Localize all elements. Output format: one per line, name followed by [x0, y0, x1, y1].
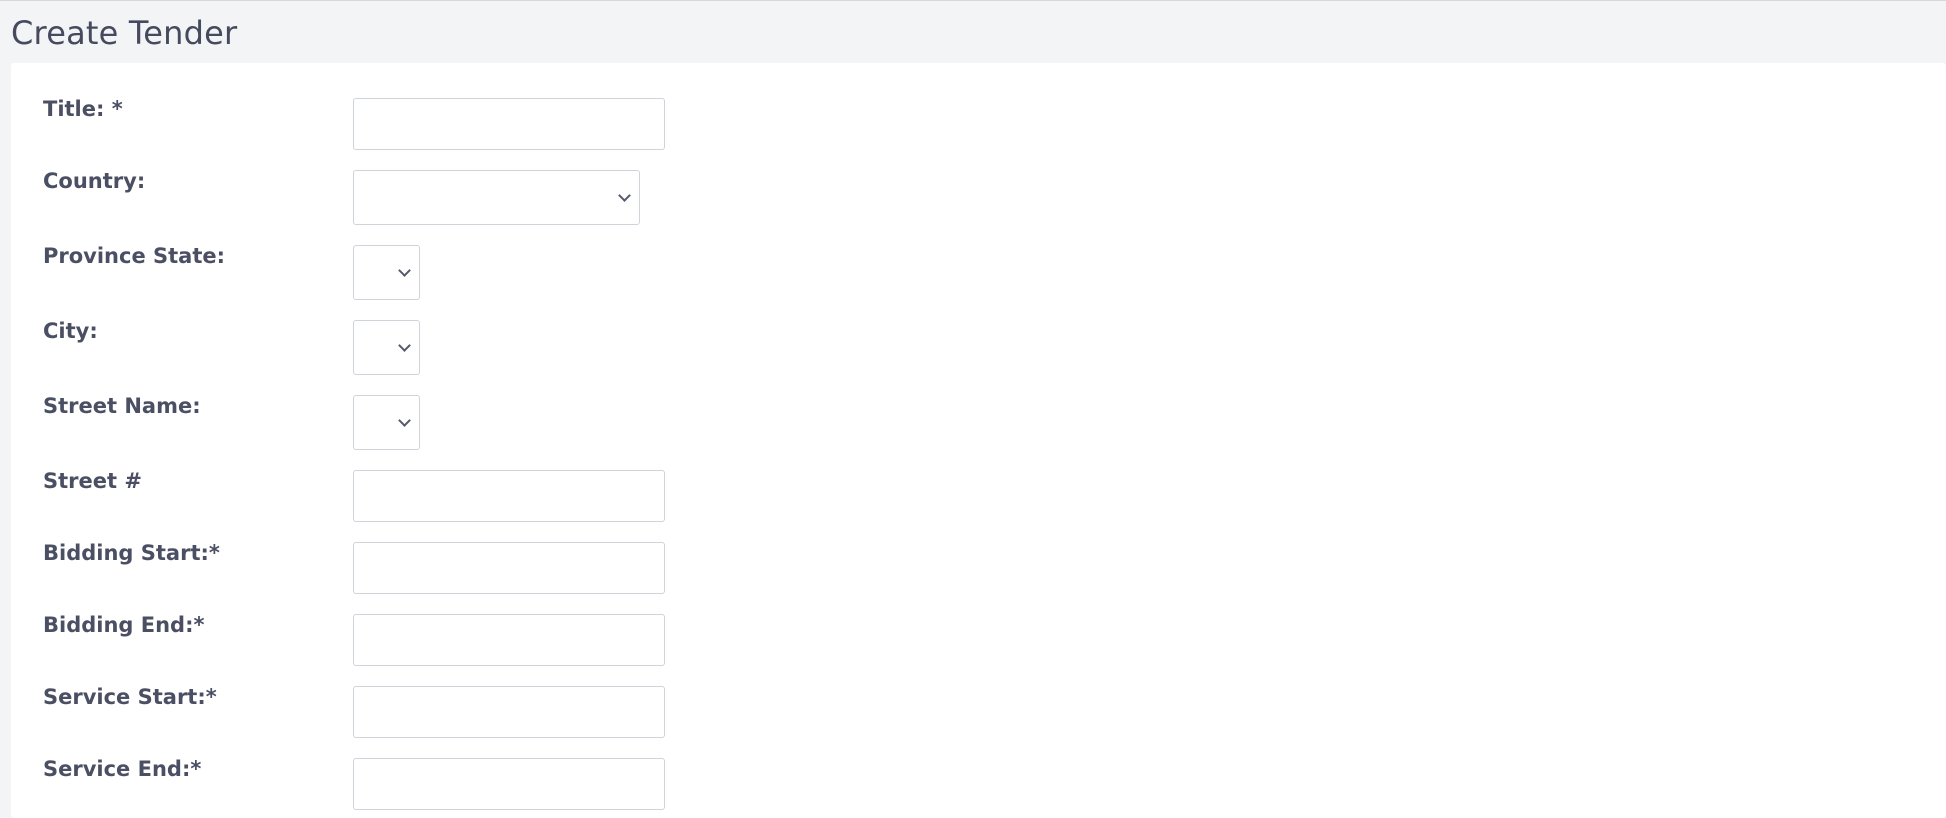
city-label: City: [43, 319, 98, 343]
bidding-end-label: Bidding End:* [43, 613, 205, 637]
bidding-start-input[interactable] [353, 542, 665, 594]
service-start-input[interactable] [353, 686, 665, 738]
street-name-label: Street Name: [43, 394, 201, 418]
country-label: Country: [43, 169, 146, 193]
bidding-start-label: Bidding Start:* [43, 541, 220, 565]
service-start-label: Service Start:* [43, 685, 217, 709]
province-state-select[interactable] [353, 245, 420, 300]
title-label: Title: * [43, 97, 123, 121]
page-title: Create Tender [11, 14, 238, 52]
street-number-input[interactable] [353, 470, 665, 522]
city-select[interactable] [353, 320, 420, 375]
service-end-label: Service End:* [43, 757, 202, 781]
top-divider [0, 0, 1946, 1]
chevron-down-icon [618, 189, 631, 202]
street-number-label: Street # [43, 469, 142, 493]
chevron-down-icon [398, 414, 411, 427]
chevron-down-icon [398, 264, 411, 277]
tender-form-card: Title: * Country: Province State: City: … [11, 63, 1946, 818]
title-input[interactable] [353, 98, 665, 150]
province-state-label: Province State: [43, 244, 226, 268]
bidding-end-input[interactable] [353, 614, 665, 666]
chevron-down-icon [398, 339, 411, 352]
street-name-select[interactable] [353, 395, 420, 450]
country-select[interactable] [353, 170, 640, 225]
service-end-input[interactable] [353, 758, 665, 810]
